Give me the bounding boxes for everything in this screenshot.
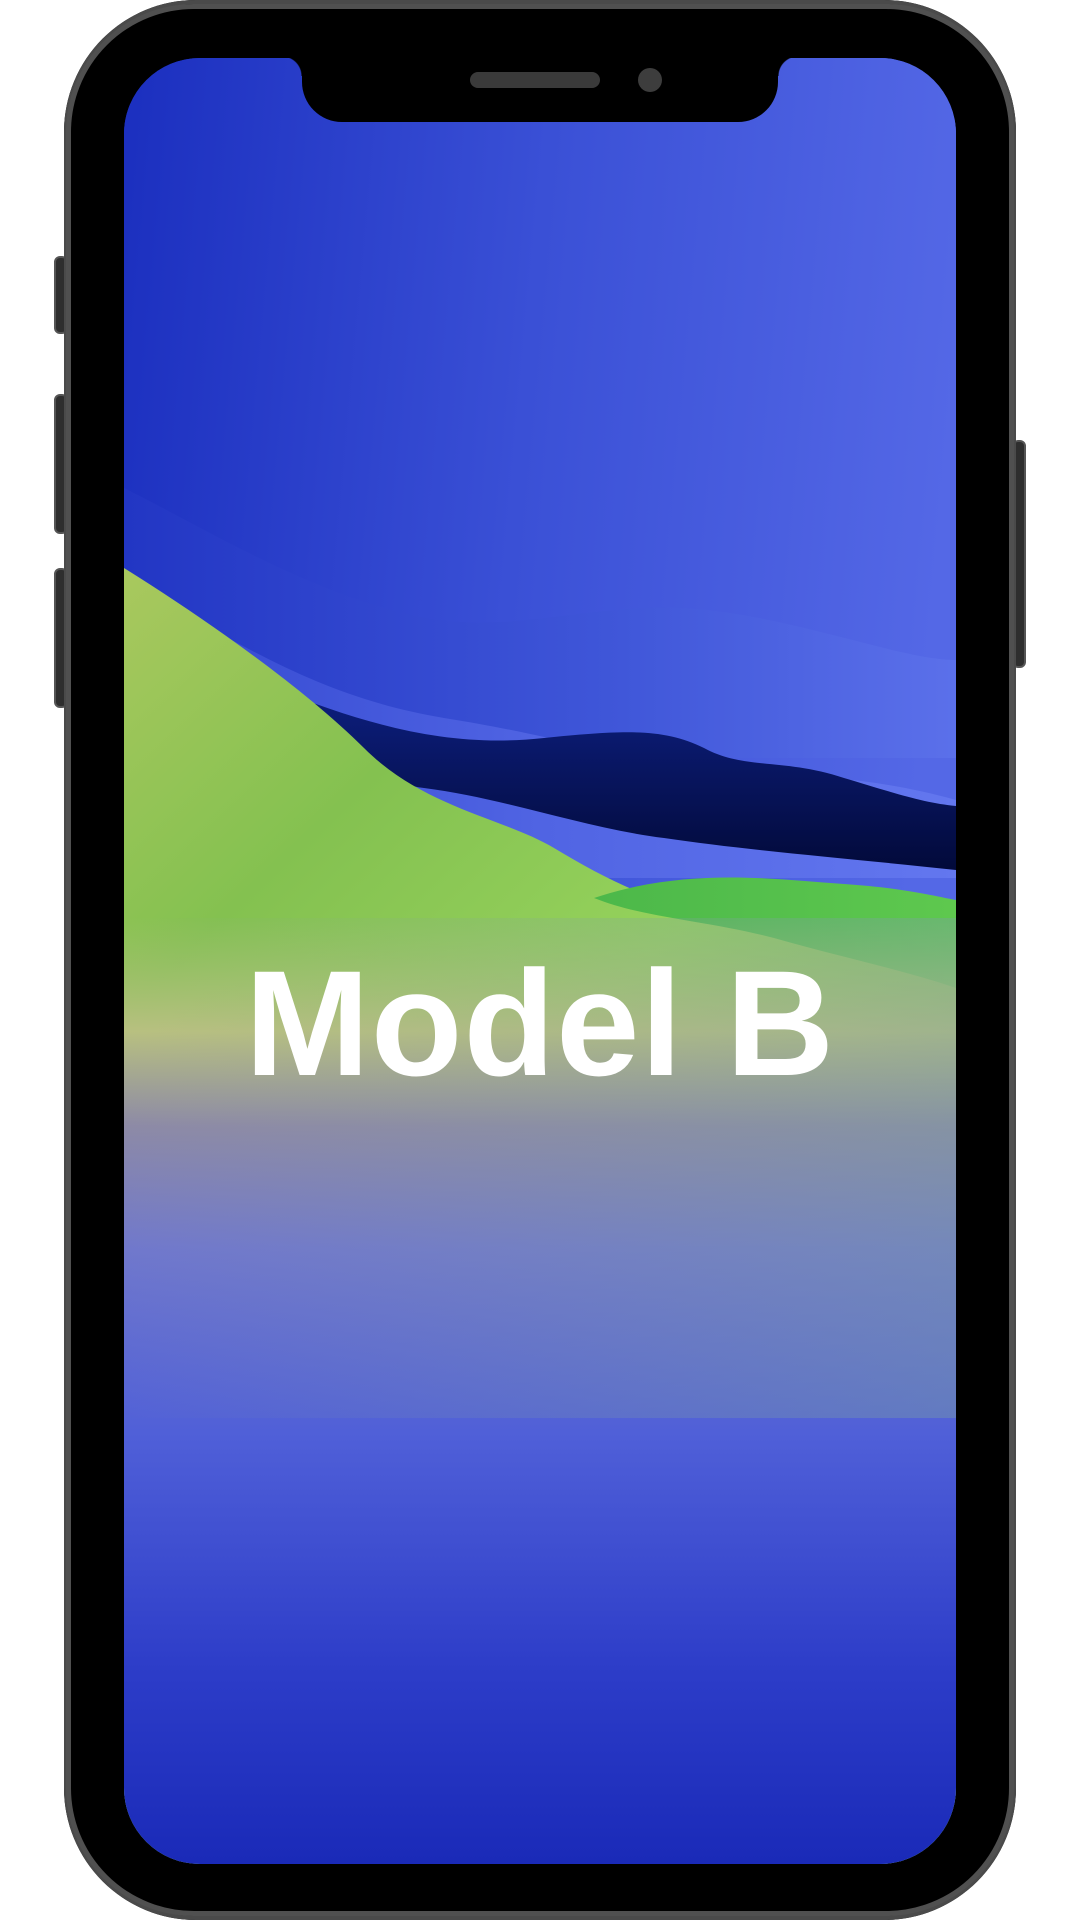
phone-screen: Model B [124,58,956,1864]
model-label: Model B [244,939,836,1107]
front-camera-icon [638,68,662,92]
phone-notch [282,56,798,122]
earpiece-speaker [470,72,600,88]
